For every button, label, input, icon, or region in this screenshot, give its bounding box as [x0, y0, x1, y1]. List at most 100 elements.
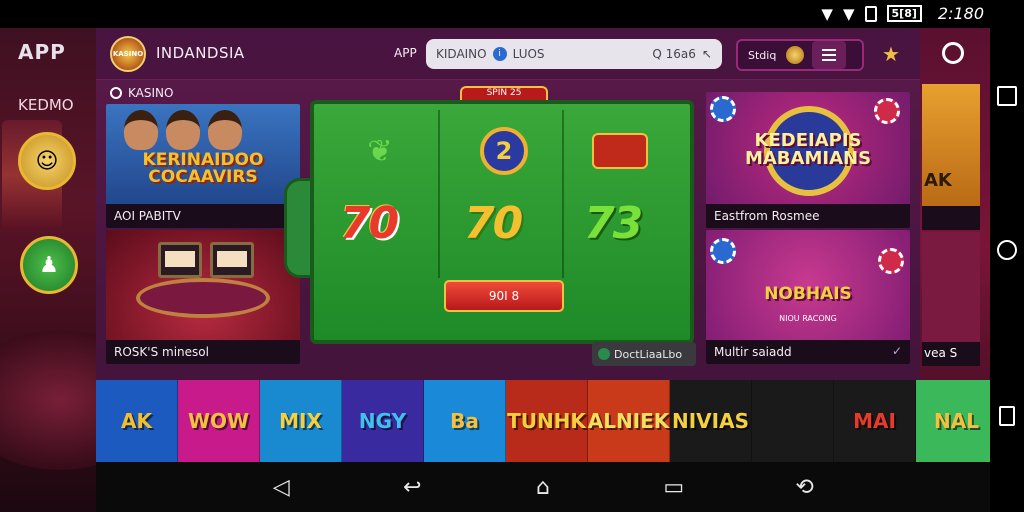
app-header: KASINO INDANDSIA APP KIDAINO i LUOS Q 16…	[96, 28, 920, 80]
chip-art	[878, 248, 904, 274]
coin-icon	[786, 46, 805, 64]
trophy-button[interactable]: ♟	[20, 236, 78, 294]
download-button[interactable]: DoctLiaaLbo	[592, 342, 696, 366]
bg-kasino-text: KEDMO	[18, 96, 74, 114]
slot-machine: ❦ 2 70 70 73 90I 8	[310, 100, 694, 344]
brand-title: INDANDSIA	[156, 44, 245, 62]
slot-machine-art	[158, 242, 202, 278]
back-triangle-icon[interactable]: ◁	[266, 475, 296, 500]
recents-button[interactable]	[997, 86, 1017, 106]
game-card-peek-top[interactable]: AK	[922, 84, 980, 230]
game-art-title: NOBHAIS	[764, 284, 852, 304]
download-label: DoctLiaaLbo	[614, 347, 683, 361]
chip-art	[710, 96, 736, 122]
recents-icon[interactable]: ▭	[659, 475, 689, 500]
game-card-peek-bottom[interactable]: vea S	[922, 232, 980, 366]
download-icon	[598, 348, 610, 360]
ticket-icon	[590, 126, 650, 176]
characters-art	[124, 110, 242, 150]
game-tile[interactable]: WOW	[178, 380, 260, 462]
account-menu[interactable]: Stdiq	[736, 39, 864, 71]
game-tile-label: NAL	[934, 409, 979, 433]
game-card-left-top[interactable]: KERINAIDOO COCAAVIRS AOI PABITV	[106, 104, 300, 228]
status-badge: 5[8]	[886, 5, 922, 22]
reel-3-value: 73	[584, 198, 643, 249]
game-tile-label: NIVIAS	[672, 409, 749, 433]
game-tile[interactable]: NIVIAS	[670, 380, 752, 462]
section-title: KASINO	[128, 86, 174, 100]
battery-icon	[864, 5, 877, 22]
signal-icon: ▼	[842, 4, 855, 23]
game-tile-label: Ba	[450, 409, 479, 433]
background-left: APP KEDMO ☺ ♟	[0, 0, 160, 512]
game-art-title: KERINAIDOO COCAAVIRS	[142, 150, 264, 187]
game-tile-label: AK	[121, 409, 152, 433]
undo-icon[interactable]: ↩	[397, 475, 427, 500]
game-art-title: AK	[924, 170, 952, 191]
game-caption: Multir saiadd	[706, 340, 910, 364]
person-icon: ☺	[35, 148, 59, 174]
app-window: KASINO INDANDSIA APP KIDAINO i LUOS Q 16…	[96, 28, 998, 462]
game-tile[interactable]: TUNHK	[506, 380, 588, 462]
rotate-icon[interactable]: ⟲	[790, 475, 820, 500]
back-button[interactable]	[999, 406, 1015, 426]
spin-button[interactable]: 90I 8	[444, 280, 564, 312]
game-art-subtitle: NIOU RACONG	[779, 314, 837, 323]
game-card-right-top[interactable]: KEDEIAPIS MABAMIANS Eastfrom Rosmee	[706, 92, 910, 228]
trophy-icon: ♟	[39, 252, 59, 278]
chip-art	[874, 98, 900, 124]
game-tile[interactable]: NAL	[916, 380, 998, 462]
game-card-right-bottom[interactable]: NOBHAIS NIOU RACONG Multir saiadd ✓	[706, 230, 910, 364]
wifi-icon: ▼	[821, 4, 833, 23]
account-label: Stdiq	[748, 48, 777, 62]
game-tile[interactable]	[752, 380, 834, 462]
game-tile-label: ALNIEK	[587, 409, 670, 433]
game-caption: vea S	[922, 342, 980, 366]
game-caption: AOI PABITV	[106, 204, 300, 228]
game-card-left-bottom[interactable]: ROSK'S minesol	[106, 230, 300, 364]
game-tile[interactable]: MIX	[260, 380, 342, 462]
game-caption: Eastfrom Rosmee	[706, 204, 910, 228]
home-button[interactable]	[997, 240, 1017, 260]
game-tile[interactable]: AK	[96, 380, 178, 462]
game-art-title: KEDEIAPIS MABAMIANS	[744, 130, 872, 169]
game-tile-label: WOW	[187, 409, 250, 433]
screen: APP KEDMO ☺ ♟ ▼ ▼ 5[8] 2:180 KASINO INDA…	[0, 0, 1024, 512]
game-tile[interactable]: MAI	[834, 380, 916, 462]
number-2-badge: 2	[474, 126, 534, 176]
app-label: APP	[394, 46, 417, 60]
kasino-logo[interactable]: KASINO	[110, 36, 146, 72]
avatar-button[interactable]: ☺	[18, 132, 76, 190]
status-bar: ▼ ▼ 5[8] 2:180	[0, 0, 1024, 28]
game-tile-label: TUNHK	[507, 409, 586, 433]
side-nav-bar	[990, 28, 1024, 512]
info-icon: i	[492, 47, 507, 61]
home-icon[interactable]: ⌂	[528, 475, 558, 500]
game-tile-label: MAI	[853, 409, 896, 433]
check-icon: ✓	[891, 344, 902, 358]
game-tile-label: NGY	[358, 409, 407, 433]
bg-app-text: APP	[18, 40, 66, 64]
search-input[interactable]: KIDAINO i LUOS Q 16a6 ↖	[426, 39, 722, 69]
game-tile-label: MIX	[279, 409, 322, 433]
game-tile[interactable]: Ba	[424, 380, 506, 462]
clock: 2:180	[937, 4, 984, 23]
section-header: KASINO	[110, 86, 173, 100]
search-text: LUOS	[512, 47, 545, 61]
game-tile[interactable]: NGY	[342, 380, 424, 462]
search-filter-text: Q 16a6	[652, 47, 696, 61]
slot-machine-art	[210, 242, 254, 278]
section-icon	[110, 87, 122, 99]
reel-1-value: 70	[340, 198, 399, 249]
hamburger-menu-button[interactable]	[812, 41, 847, 69]
casino-table-art	[136, 278, 270, 318]
game-caption: ROSK'S minesol	[106, 340, 300, 364]
star-icon[interactable]: ★	[882, 42, 900, 66]
reel-2-value: 70	[464, 198, 523, 249]
game-tile[interactable]: ALNIEK	[588, 380, 670, 462]
search-icon[interactable]	[942, 42, 964, 64]
expand-icon[interactable]: ↖	[702, 47, 712, 61]
bottom-nav-bar: ◁ ↩ ⌂ ▭ ⟲	[96, 462, 990, 512]
leaf-icon: ❦	[367, 133, 393, 169]
search-value: KIDAINO	[436, 47, 487, 61]
